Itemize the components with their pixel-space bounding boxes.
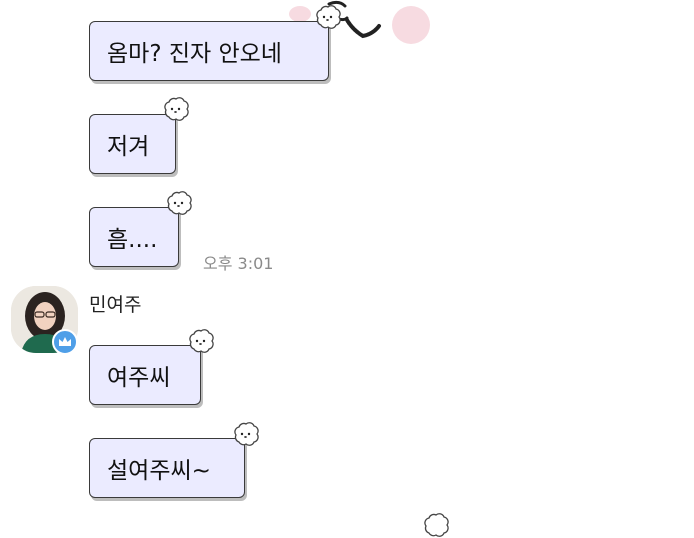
message-text: 흠.... (107, 227, 158, 253)
message-bubble[interactable]: 여주씨 (89, 345, 201, 405)
message-timestamp: 오후 3:01 (203, 254, 274, 273)
sheep-sticker-icon (424, 513, 449, 537)
message-text: 여주씨 (107, 365, 171, 391)
message-text: 저겨 (107, 134, 150, 160)
sheep-sticker-icon (234, 422, 259, 446)
sheep-sticker-icon (164, 97, 189, 121)
message-bubble[interactable]: 흠.... (89, 207, 179, 267)
crown-icon (59, 337, 71, 346)
message-text: 설여주씨~ (107, 458, 211, 484)
crown-badge (52, 329, 78, 355)
message-bubble[interactable]: 저겨 (89, 114, 176, 174)
cheek-decoration (289, 6, 311, 22)
cheek-decoration (392, 6, 430, 44)
sheep-sticker-icon (316, 5, 341, 29)
message-bubble[interactable]: 옴마? 진자 안오네 (89, 21, 329, 81)
message-text: 옴마? 진자 안오네 (107, 41, 282, 67)
sender-name: 민여주 (89, 294, 142, 316)
sheep-sticker-icon (189, 329, 214, 353)
chat-conversation: 옴마? 진자 안오네 저겨 흠.... 오후 3:01 민여주 여주씨 설여주씨… (0, 0, 694, 537)
sheep-sticker-icon (167, 191, 192, 215)
message-bubble[interactable]: 설여주씨~ (89, 438, 245, 498)
